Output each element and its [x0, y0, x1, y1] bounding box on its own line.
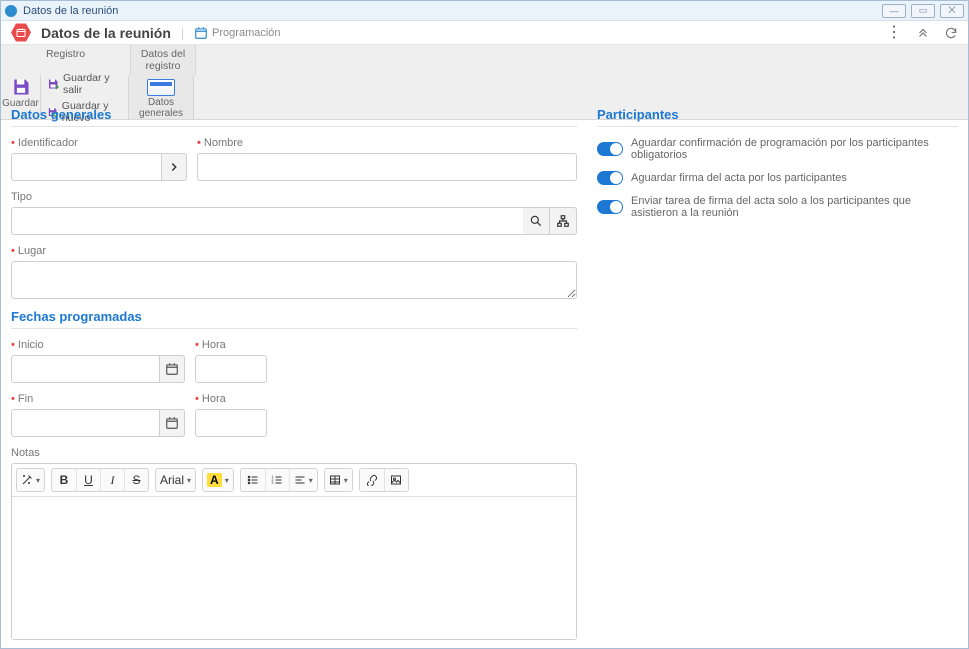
page-header: Datos de la reunión | Programación ⋮	[1, 21, 968, 45]
notas-textarea[interactable]	[12, 497, 576, 639]
chevron-right-icon	[167, 160, 181, 174]
window-close-button[interactable]: ⨉	[940, 4, 964, 18]
label-inicio: Inicio	[11, 339, 185, 351]
wand-icon	[21, 474, 33, 486]
label-nombre: Nombre	[197, 137, 577, 149]
calendar-icon	[165, 416, 179, 430]
section-participantes: Participantes	[597, 107, 958, 127]
window-maximize-button[interactable]: ▭	[911, 4, 935, 18]
module-icon	[11, 23, 31, 43]
save-exit-icon	[47, 77, 59, 91]
label-hora-fin: Hora	[195, 393, 267, 405]
search-icon	[529, 214, 543, 228]
editor-bold-button[interactable]: B	[52, 469, 76, 491]
toggle-tarea-firma-label: Enviar tarea de firma del acta solo a lo…	[631, 195, 958, 219]
table-icon	[329, 474, 341, 486]
editor-align-button[interactable]	[289, 469, 317, 491]
highlight-icon: A	[207, 473, 222, 487]
link-icon	[365, 474, 379, 486]
list-ol-icon: 123	[270, 474, 284, 486]
fin-input[interactable]	[11, 409, 159, 437]
separator: |	[181, 26, 184, 40]
label-notas: Notas	[11, 447, 577, 459]
section-fechas-programadas: Fechas programadas	[11, 309, 577, 329]
editor-highlight-button[interactable]: A	[203, 469, 233, 491]
label-hora-inicio: Hora	[195, 339, 267, 351]
ribbon-tab-registro[interactable]: Registro	[1, 45, 131, 75]
window-minimize-button[interactable]: —	[882, 4, 906, 18]
breadcrumb-label: Programación	[212, 27, 280, 39]
hora-inicio-input[interactable]	[195, 355, 267, 383]
editor-link-button[interactable]	[360, 469, 384, 491]
editor-table-button[interactable]	[325, 469, 352, 491]
editor-underline-button[interactable]: U	[76, 469, 100, 491]
lugar-input[interactable]	[11, 261, 577, 299]
toggle-confirmacion[interactable]	[597, 142, 623, 156]
breadcrumb[interactable]: Programación	[194, 26, 280, 40]
ribbon-tab-datos-registro[interactable]: Datos del registro	[131, 45, 196, 75]
section-datos-generales: Datos generales	[11, 107, 577, 127]
toggle-firma-label: Aguardar firma del acta por los particip…	[631, 172, 847, 184]
editor-font-label: Arial	[160, 473, 184, 487]
list-ul-icon	[246, 474, 260, 486]
editor-toolbar: B U I S Arial A 123	[12, 464, 576, 497]
editor-ul-button[interactable]	[241, 469, 265, 491]
hierarchy-icon	[556, 214, 570, 228]
label-lugar: Lugar	[11, 245, 577, 257]
refresh-icon[interactable]	[944, 26, 958, 40]
tipo-search-button[interactable]	[523, 207, 550, 235]
window-title: Datos de la reunión	[23, 5, 118, 17]
label-fin: Fin	[11, 393, 185, 405]
nombre-input[interactable]	[197, 153, 577, 181]
editor-image-button[interactable]	[384, 469, 408, 491]
window-title-bar: Datos de la reunión — ▭ ⨉	[1, 1, 968, 21]
toggle-firma[interactable]	[597, 171, 623, 185]
collapse-icon[interactable]	[916, 26, 930, 40]
app-icon	[5, 5, 17, 17]
editor-strike-button[interactable]: S	[124, 469, 148, 491]
editor-italic-button[interactable]: I	[100, 469, 124, 491]
svg-text:3: 3	[272, 481, 274, 485]
calendar-icon	[165, 362, 179, 376]
label-tipo: Tipo	[11, 191, 577, 203]
tipo-input[interactable]	[11, 207, 523, 235]
inicio-input[interactable]	[11, 355, 159, 383]
editor-font-button[interactable]: Arial	[156, 469, 195, 491]
page-title: Datos de la reunión	[41, 25, 171, 41]
align-icon	[294, 474, 306, 486]
editor-magic-button[interactable]	[17, 469, 44, 491]
label-identificador: Identificador	[11, 137, 187, 149]
tipo-tree-button[interactable]	[550, 207, 577, 235]
inicio-datepicker-button[interactable]	[159, 355, 185, 383]
identificador-expand-button[interactable]	[161, 153, 187, 181]
editor-ol-button[interactable]: 123	[265, 469, 289, 491]
calendar-icon	[194, 26, 208, 40]
image-icon	[389, 474, 403, 486]
fin-datepicker-button[interactable]	[159, 409, 185, 437]
identificador-input[interactable]	[11, 153, 161, 181]
toggle-confirmacion-label: Aguardar confirmación de programación po…	[631, 137, 958, 161]
hora-fin-input[interactable]	[195, 409, 267, 437]
toggle-tarea-firma[interactable]	[597, 200, 623, 214]
notas-editor: B U I S Arial A 123	[11, 463, 577, 640]
